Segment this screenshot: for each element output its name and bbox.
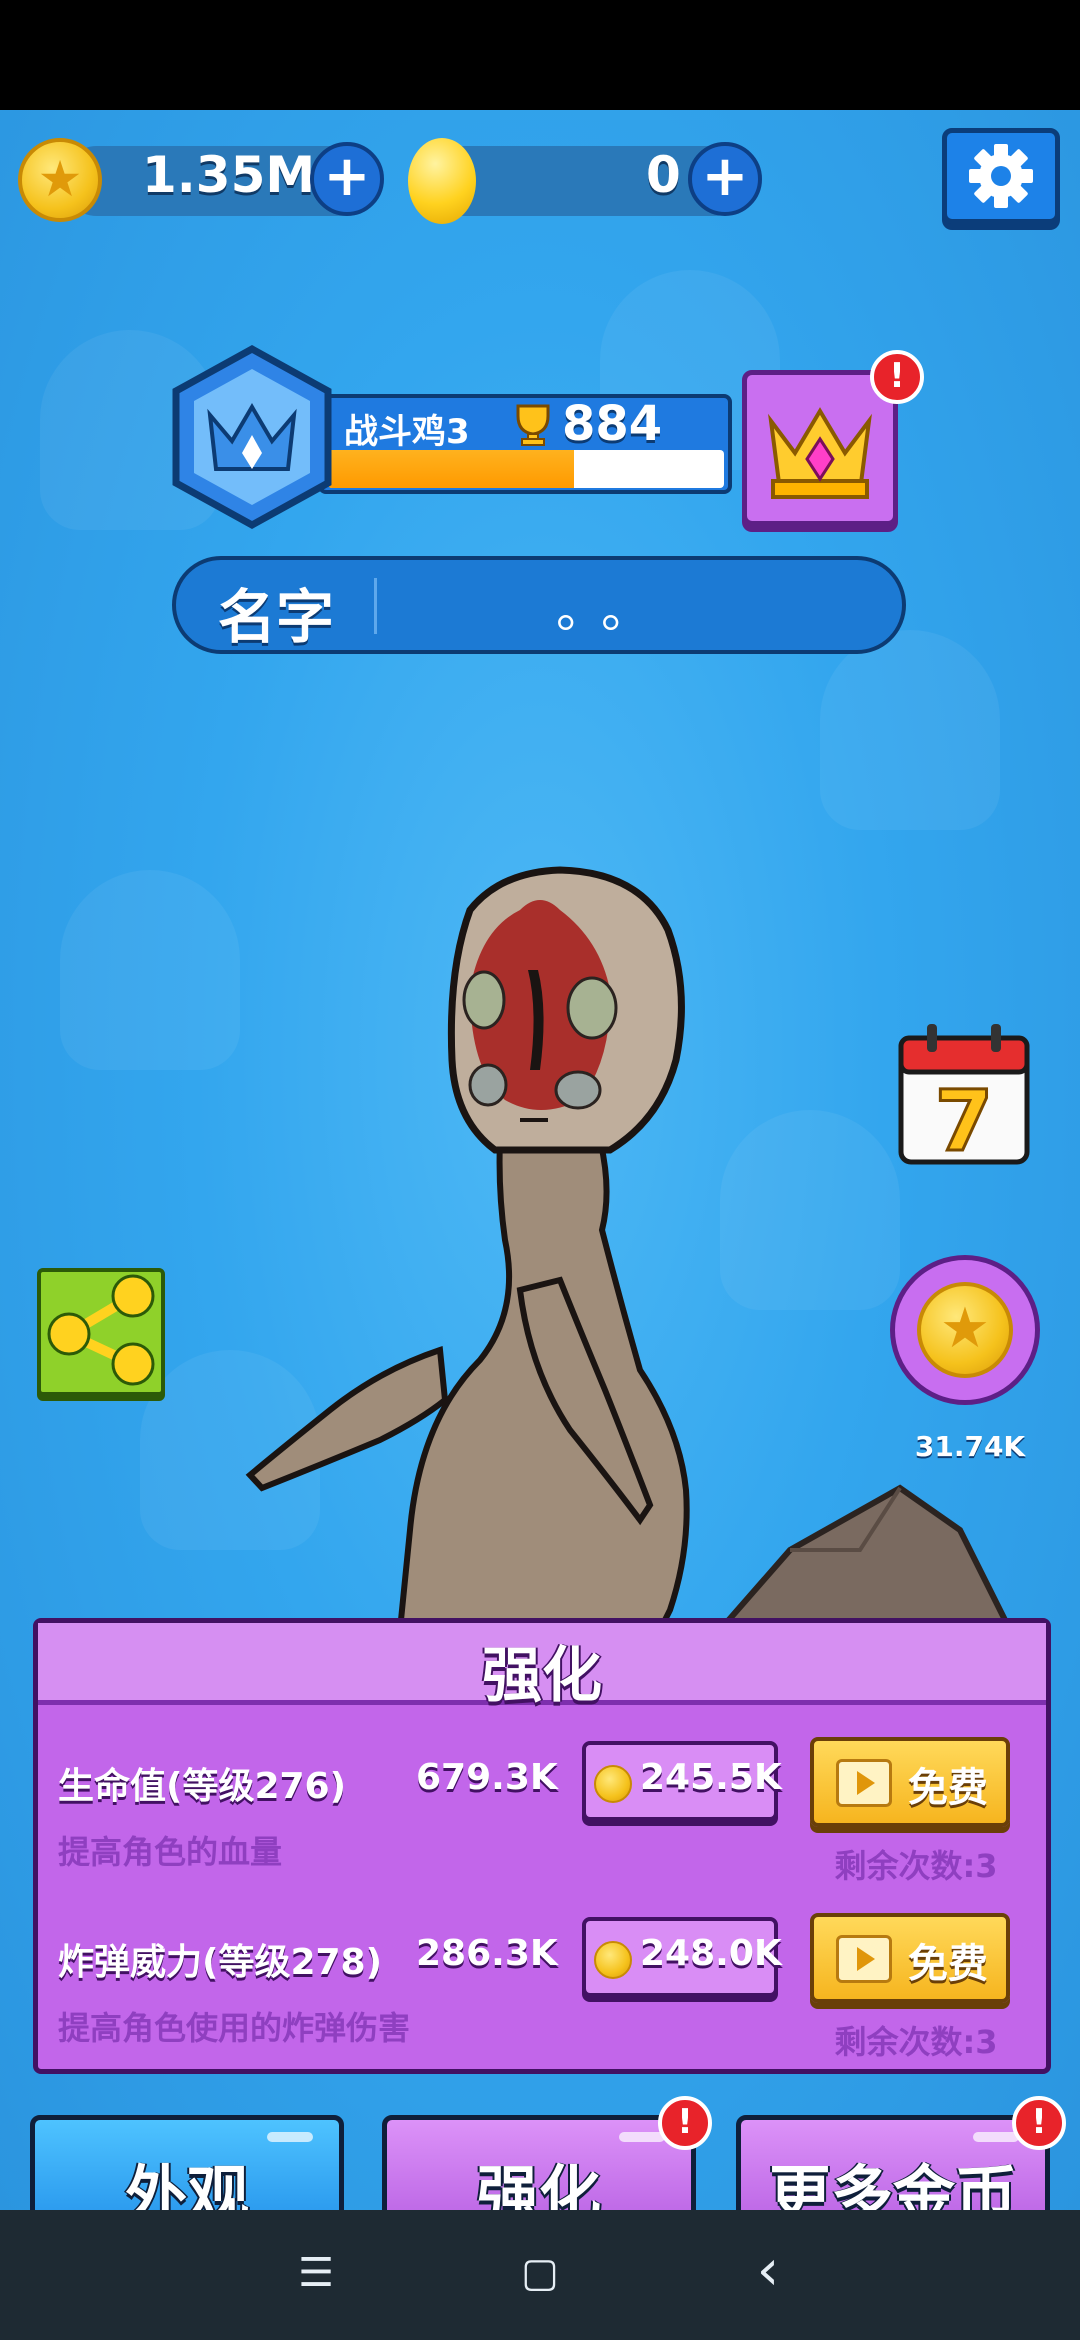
player-name-field[interactable]: 名字 。。: [172, 556, 906, 654]
free-upgrade-button[interactable]: 免费: [810, 1737, 1010, 1827]
system-navigation-bar: ☰ ▢ ‹: [0, 2210, 1080, 2340]
menu-icon[interactable]: ☰: [276, 2250, 356, 2296]
rank-progress-fill: [328, 450, 574, 488]
coin-icon: [594, 1941, 632, 1979]
upgrade-value: 679.3K: [416, 1757, 558, 1798]
button-shine: [267, 2132, 313, 2142]
player-name-value: 。。: [556, 581, 671, 639]
upgrade-name: 生命值(等级276): [58, 1766, 347, 1807]
free-label: 免费: [908, 1765, 988, 1811]
upgrade-panel-title: 强化: [482, 1641, 602, 1711]
coin-icon: [594, 1765, 632, 1803]
remaining-count: 剩余次数:3: [834, 1847, 998, 1885]
back-icon[interactable]: ‹: [728, 2238, 808, 2303]
name-label: 名字: [218, 583, 335, 651]
calendar-day: 7: [935, 1072, 993, 1168]
upgrade-with-coins-button[interactable]: 245.5K: [582, 1741, 782, 1821]
rank-progress-bar: [328, 450, 724, 488]
more-coins-tab-alert-badge: !: [1012, 2096, 1066, 2150]
rank-card[interactable]: 战斗鸡3 884: [318, 394, 732, 494]
video-play-icon: [836, 1759, 892, 1807]
button-shine: [619, 2132, 665, 2142]
upgrade-description: 提高角色使用的炸弹伤害: [58, 2009, 411, 2047]
daily-checkin-button[interactable]: 7: [897, 1020, 1031, 1172]
coin-balance: 1.35M: [142, 146, 316, 204]
upgrade-cost: 248.0K: [640, 1933, 782, 1974]
share-icon: [47, 1274, 155, 1386]
crown-alert-badge: !: [870, 350, 924, 404]
upgrade-name: 炸弹威力(等级278): [58, 1942, 383, 1983]
coin-icon: ★: [18, 138, 102, 222]
upgrade-row-bomb: 炸弹威力(等级278) 286.3K 提高角色使用的炸弹伤害 248.0K 免费…: [38, 1913, 1046, 2087]
gem-balance: 0: [646, 146, 681, 204]
home-icon[interactable]: ▢: [500, 2250, 580, 2296]
rank-name: 战斗鸡3: [344, 412, 470, 452]
add-gems-button[interactable]: +: [688, 142, 762, 216]
upgrade-description: 提高角色的血量: [58, 1833, 283, 1871]
upgrade-value: 286.3K: [416, 1933, 558, 1974]
upgrade-panel: 强化 生命值(等级276) 679.3K 提高角色的血量 245.5K 免费 剩…: [33, 1618, 1051, 2074]
crown-icon: [768, 407, 872, 499]
video-play-icon: [836, 1935, 892, 1983]
upgrade-tab-alert-badge: !: [658, 2096, 712, 2150]
add-coins-button[interactable]: +: [310, 142, 384, 216]
coin-icon: ★: [917, 1282, 1013, 1378]
remaining-count: 剩余次数:3: [834, 2023, 998, 2061]
name-divider: [374, 578, 377, 634]
gear-icon: [969, 144, 1033, 208]
gem-icon: [408, 138, 476, 224]
trophy-score: 884: [562, 396, 663, 452]
upgrade-with-coins-button[interactable]: 248.0K: [582, 1917, 782, 1997]
share-button[interactable]: [37, 1268, 165, 1396]
calendar-icon: 7: [898, 1024, 1030, 1172]
coin-reward-button[interactable]: ★: [890, 1255, 1040, 1405]
upgrade-panel-header: 强化: [38, 1623, 1046, 1711]
free-upgrade-button[interactable]: 免费: [810, 1913, 1010, 2003]
status-bar: [0, 0, 1080, 110]
rank-badge-icon: [172, 345, 332, 529]
upgrade-cost: 245.5K: [640, 1757, 782, 1798]
upgrade-row-health: 生命值(等级276) 679.3K 提高角色的血量 245.5K 免费 剩余次数…: [38, 1737, 1046, 1911]
settings-button[interactable]: [942, 128, 1060, 224]
button-shine: [973, 2132, 1019, 2142]
trophy-icon: [516, 404, 550, 446]
coin-reward-amount: 31.74K: [914, 1430, 1026, 1463]
free-label: 免费: [908, 1941, 988, 1987]
